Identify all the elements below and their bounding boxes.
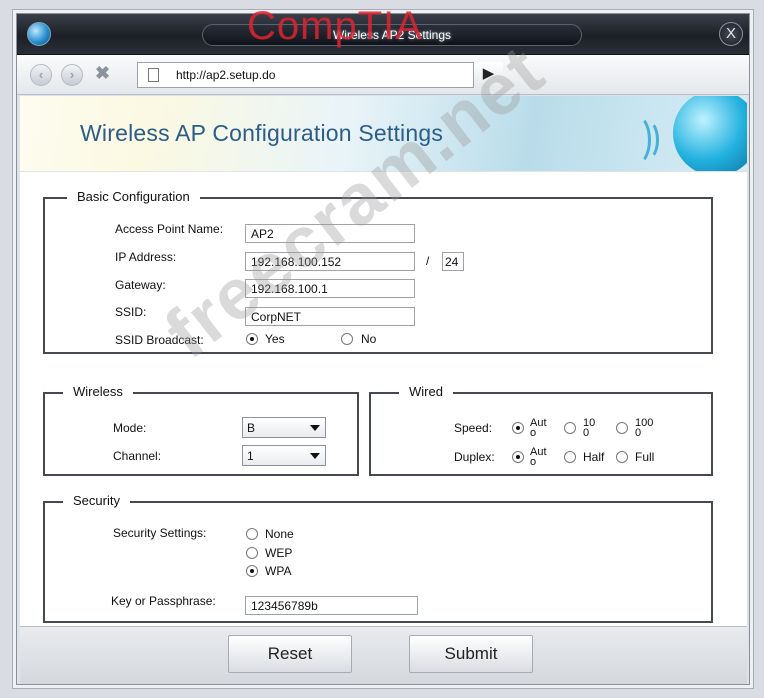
ap-name-label: Access Point Name: bbox=[115, 222, 224, 236]
mode-select[interactable]: B bbox=[242, 417, 326, 438]
speed-auto-label: Aut o bbox=[530, 418, 547, 438]
security-wpa-label: WPA bbox=[265, 564, 292, 578]
mode-value: B bbox=[247, 421, 256, 435]
speed-100-label: 10 0 bbox=[583, 418, 596, 438]
page-icon bbox=[148, 68, 159, 82]
broadcast-yes-label: Yes bbox=[265, 332, 285, 346]
section-title: Security bbox=[63, 493, 130, 508]
close-button[interactable]: X bbox=[719, 22, 743, 46]
section-title: Wired bbox=[399, 384, 453, 399]
ap-name-input[interactable]: AP2 bbox=[245, 224, 415, 243]
button-bar: Reset Submit bbox=[20, 626, 747, 684]
channel-select[interactable]: 1 bbox=[242, 445, 326, 466]
broadcast-no-label: No bbox=[361, 332, 377, 346]
security-none-label: None bbox=[265, 527, 294, 541]
speed-1000-label: 100 0 bbox=[635, 418, 654, 438]
ssid-input[interactable]: CorpNET bbox=[245, 307, 415, 326]
security-settings-label: Security Settings: bbox=[113, 526, 207, 540]
duplex-full-label: Full bbox=[635, 450, 655, 464]
duplex-full-radio[interactable] bbox=[616, 451, 628, 463]
submit-button[interactable]: Submit bbox=[409, 635, 533, 673]
back-arrow-icon[interactable]: ‹ bbox=[30, 64, 52, 86]
duplex-half-label: Half bbox=[583, 450, 605, 464]
channel-value: 1 bbox=[247, 449, 254, 463]
security-wpa-radio[interactable] bbox=[246, 565, 258, 577]
chevron-down-icon bbox=[310, 425, 320, 431]
settings-window: Wireless AP2 Settings X CompTIA ‹ › ✖ ht… bbox=[16, 4, 750, 685]
slash-separator: / bbox=[426, 254, 430, 268]
forward-arrow-icon[interactable]: › bbox=[61, 64, 83, 86]
globe-icon bbox=[27, 22, 51, 46]
window-title: Wireless AP2 Settings bbox=[202, 24, 582, 46]
navigation-bar: ‹ › ✖ http://ap2.setup.do ▶ bbox=[17, 55, 749, 95]
speed-label: Speed: bbox=[454, 421, 493, 435]
stop-icon[interactable]: ✖ bbox=[95, 63, 110, 84]
section-title: Wireless bbox=[63, 384, 133, 399]
ip-address-label: IP Address: bbox=[115, 250, 177, 264]
url-text: http://ap2.setup.do bbox=[176, 68, 276, 82]
mode-label: Mode: bbox=[113, 421, 147, 435]
duplex-auto-radio[interactable] bbox=[512, 451, 524, 463]
duplex-auto-label: Aut o bbox=[530, 447, 547, 467]
security-none-radio[interactable] bbox=[246, 528, 258, 540]
ip-address-input[interactable]: 192.168.100.152 bbox=[245, 252, 415, 271]
chevron-down-icon bbox=[310, 453, 320, 459]
subnet-mask-input[interactable]: 24 bbox=[442, 252, 464, 271]
title-bar: Wireless AP2 Settings X bbox=[17, 14, 749, 55]
security-wep-label: WEP bbox=[265, 546, 293, 560]
signal-wave-icon bbox=[621, 114, 651, 166]
security-section: Security Security Settings: None WEP WPA… bbox=[43, 493, 713, 623]
gateway-label: Gateway: bbox=[115, 278, 166, 292]
address-bar[interactable]: http://ap2.setup.do bbox=[137, 62, 502, 88]
basic-configuration-section: Basic Configuration Access Point Name: A… bbox=[43, 189, 713, 354]
gateway-input[interactable]: 192.168.100.1 bbox=[245, 279, 415, 298]
header-banner: Wireless AP Configuration Settings bbox=[20, 96, 747, 171]
page-title: Wireless AP Configuration Settings bbox=[80, 120, 444, 146]
speed-auto-radio[interactable] bbox=[512, 422, 524, 434]
network-globe-icon bbox=[673, 96, 747, 171]
ssid-label: SSID: bbox=[115, 305, 147, 319]
passphrase-label: Key or Passphrase: bbox=[111, 594, 216, 608]
ssid-broadcast-label: SSID Broadcast: bbox=[115, 333, 204, 347]
security-wep-radio[interactable] bbox=[246, 547, 258, 559]
wired-section: Wired Speed: Aut o 10 0 100 0 Duplex: Au… bbox=[369, 384, 713, 476]
duplex-label: Duplex: bbox=[454, 450, 495, 464]
section-title: Basic Configuration bbox=[67, 189, 200, 204]
wireless-section: Wireless Mode: B Channel: 1 bbox=[43, 384, 359, 476]
go-button[interactable]: ▶ bbox=[473, 62, 503, 88]
channel-label: Channel: bbox=[113, 449, 162, 463]
broadcast-no-radio[interactable] bbox=[341, 333, 353, 345]
broadcast-yes-radio[interactable] bbox=[246, 333, 258, 345]
passphrase-input[interactable]: 123456789b bbox=[245, 596, 418, 615]
reset-button[interactable]: Reset bbox=[228, 635, 352, 673]
duplex-half-radio[interactable] bbox=[564, 451, 576, 463]
settings-form: Basic Configuration Access Point Name: A… bbox=[20, 172, 747, 626]
speed-100-radio[interactable] bbox=[564, 422, 576, 434]
speed-1000-radio[interactable] bbox=[616, 422, 628, 434]
